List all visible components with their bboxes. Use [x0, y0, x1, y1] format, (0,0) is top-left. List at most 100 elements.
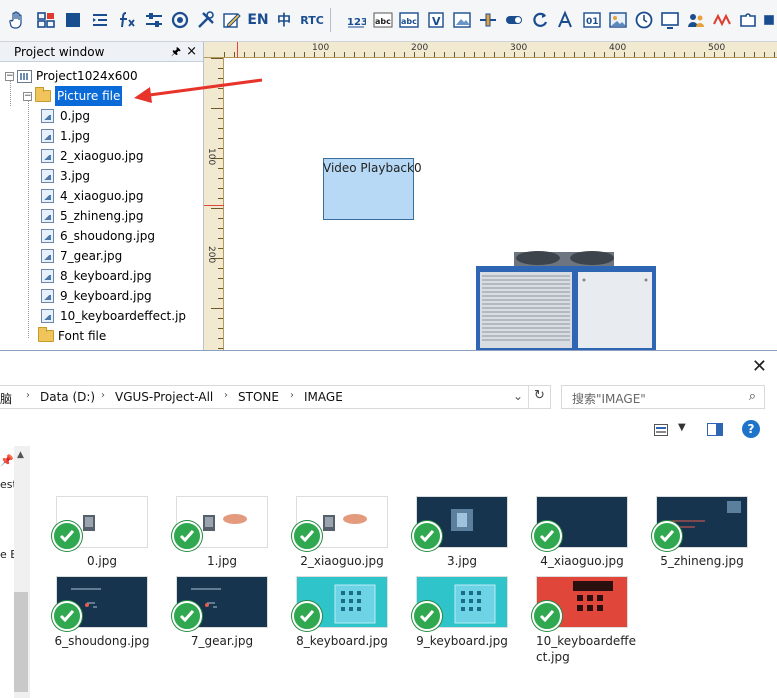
text-abc-icon[interactable]: abc [372, 8, 394, 32]
scroll-thumb[interactable] [14, 592, 28, 692]
nav-scrollbar[interactable]: ▲ [14, 446, 30, 698]
rotate-icon[interactable] [529, 8, 551, 32]
design-canvas[interactable]: Video Playback0 [224, 58, 777, 350]
file-name[interactable]: 1.jpg [162, 553, 282, 569]
tree-item-file[interactable]: 8_keyboard.jpg [41, 266, 152, 286]
collapse-icon[interactable]: − [23, 91, 32, 101]
checkmark-icon[interactable] [292, 521, 322, 551]
text-123-icon[interactable]: 123 [345, 8, 367, 32]
close-icon[interactable]: ✕ [752, 356, 767, 377]
tree-item-font-folder[interactable]: Font file [38, 326, 106, 346]
image-file-icon [41, 189, 54, 203]
ruler-tick [218, 338, 223, 339]
pin-icon[interactable]: 📌 [0, 454, 14, 467]
image-file-icon [41, 249, 54, 263]
breadcrumb-part[interactable]: STONE [238, 390, 279, 404]
hand-icon[interactable] [6, 8, 28, 32]
video-playback-widget[interactable]: Video Playback0 [323, 158, 422, 220]
picture-icon[interactable] [607, 8, 629, 32]
puzzle-icon[interactable] [737, 8, 759, 32]
search-icon[interactable]: ⌕ [749, 389, 756, 404]
slider-icon[interactable] [477, 8, 499, 32]
font-icon[interactable] [555, 8, 577, 32]
ruler-tick [334, 52, 335, 57]
scroll-up-icon[interactable]: ▲ [17, 450, 24, 460]
checkmark-icon[interactable] [532, 521, 562, 551]
grid-icon[interactable] [35, 8, 57, 32]
tree-item-file[interactable]: 4_xiaoguo.jpg [41, 186, 144, 206]
help-icon[interactable]: ? [742, 420, 760, 438]
tree-item-file[interactable]: 7_gear.jpg [41, 246, 122, 266]
breadcrumb-part[interactable]: IMAGE [304, 390, 343, 404]
tree-item-project[interactable]: − Project1024x600 [5, 66, 138, 86]
file-name[interactable]: 0.jpg [42, 553, 162, 569]
sliders-icon[interactable] [143, 8, 165, 32]
tree-item-file[interactable]: 6_shoudong.jpg [41, 226, 155, 246]
checkmark-icon[interactable] [412, 601, 442, 631]
tree-item-file[interactable]: 10_keyboardeffect.jp [41, 306, 186, 326]
tree-guide [28, 100, 29, 338]
tree-item-file[interactable]: 9_keyboard.jpg [41, 286, 152, 306]
file-name[interactable]: 2_xiaoguo.jpg [282, 553, 402, 569]
breadcrumb-part[interactable]: 脑 [0, 390, 12, 407]
tree-item-picture-folder[interactable]: − Picture file [23, 86, 123, 106]
align-icon[interactable] [89, 8, 111, 32]
checkmark-icon[interactable] [532, 601, 562, 631]
file-name[interactable]: 7_gear.jpg [162, 633, 282, 649]
variable-icon[interactable]: V [425, 8, 447, 32]
chevron-right-icon: › [26, 390, 30, 401]
ruler-tick [574, 52, 575, 57]
checkmark-icon[interactable] [172, 521, 202, 551]
rtc-button[interactable]: RTC [299, 8, 325, 32]
file-name[interactable]: 8_keyboard.jpg [282, 633, 402, 649]
checkmark-icon[interactable] [52, 521, 82, 551]
collapse-icon[interactable]: − [5, 71, 14, 81]
address-bar[interactable]: 脑 › Data (D:) › VGUS-Project-All › STONE… [0, 385, 551, 409]
tree-item-file[interactable]: 0.jpg [41, 106, 90, 126]
file-name[interactable]: 9_keyboard.jpg [402, 633, 522, 649]
tree-item-file[interactable]: 3.jpg [41, 166, 90, 186]
function-icon[interactable] [116, 8, 138, 32]
language-en-button[interactable]: EN [246, 8, 270, 32]
folder-icon [35, 87, 51, 102]
file-name[interactable]: 5_zhineng.jpg [642, 553, 762, 569]
counter-icon[interactable]: 01 [581, 8, 603, 32]
breadcrumb-part[interactable]: VGUS-Project-All [115, 390, 213, 404]
view-mode-icon[interactable] [654, 424, 668, 436]
tree-item-file[interactable]: 2_xiaoguo.jpg [41, 146, 144, 166]
switch-icon[interactable] [503, 8, 525, 32]
clock-icon[interactable] [633, 8, 655, 32]
circle-arrow-icon[interactable] [169, 8, 191, 32]
chiller-image[interactable] [476, 250, 656, 350]
tools-icon[interactable] [195, 8, 217, 32]
checkmark-icon[interactable] [52, 601, 82, 631]
chip-icon[interactable] [761, 8, 777, 32]
display-icon[interactable] [659, 8, 681, 32]
file-name[interactable]: 4_xiaoguo.jpg [522, 553, 642, 569]
pin-icon[interactable]: 🖈 [171, 42, 181, 62]
language-zh-button[interactable]: 中 [273, 8, 295, 32]
wave-icon[interactable] [711, 8, 733, 32]
file-name[interactable]: 10_keyboardeffect.jpg [536, 633, 636, 665]
checkmark-icon[interactable] [172, 601, 202, 631]
refresh-icon[interactable]: ↻ [534, 388, 545, 403]
ruler-tick [304, 52, 305, 57]
breadcrumb-part[interactable]: Data (D:) [40, 390, 95, 404]
checkmark-icon[interactable] [412, 521, 442, 551]
tree-item-file[interactable]: 5_zhineng.jpg [41, 206, 143, 226]
users-icon[interactable] [685, 8, 707, 32]
text-abc-box-icon[interactable]: abc [398, 8, 420, 32]
square-icon[interactable] [62, 8, 84, 32]
checkmark-icon[interactable] [652, 521, 682, 551]
file-name[interactable]: 3.jpg [402, 553, 522, 569]
dropdown-icon[interactable]: ▼ [678, 422, 686, 433]
chevron-down-icon[interactable]: ⌄ [513, 389, 523, 403]
checkmark-icon[interactable] [292, 601, 322, 631]
close-icon[interactable]: × [186, 42, 197, 62]
file-name[interactable]: 6_shoudong.jpg [42, 633, 162, 649]
edit-icon[interactable] [221, 8, 243, 32]
image-icon[interactable] [451, 8, 473, 32]
preview-pane-icon[interactable] [707, 423, 723, 436]
search-box[interactable]: 搜索"IMAGE" ⌕ [561, 385, 765, 409]
tree-item-file[interactable]: 1.jpg [41, 126, 90, 146]
